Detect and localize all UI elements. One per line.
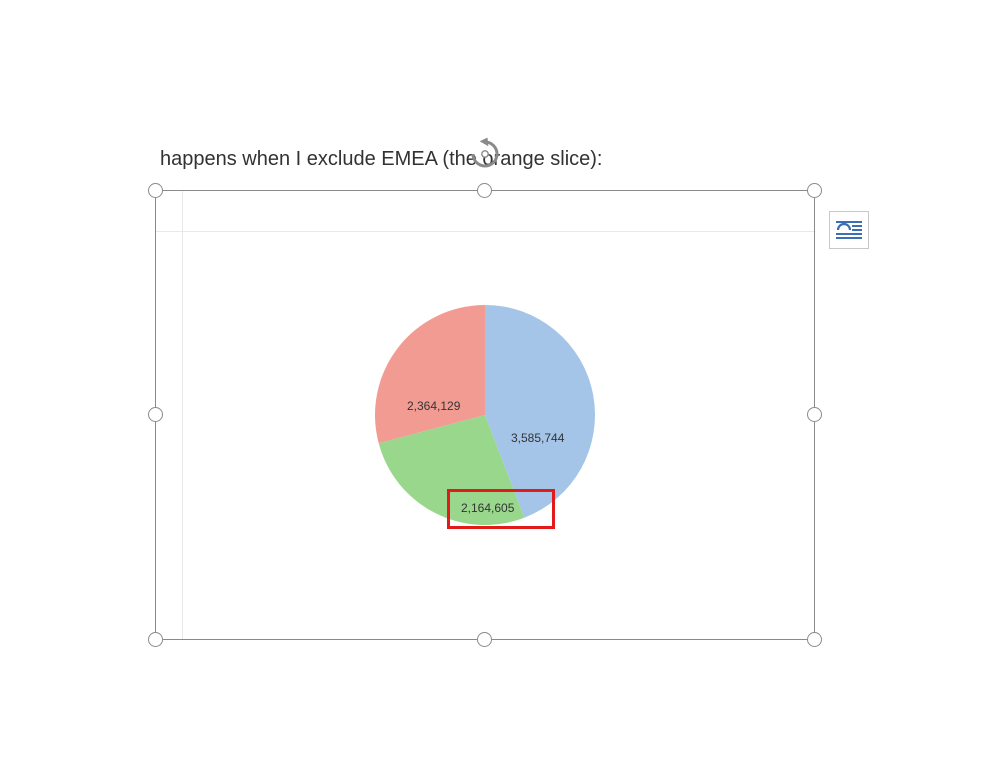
plot-area-guide-horizontal — [156, 231, 814, 232]
resize-handle-top-right[interactable] — [807, 183, 822, 198]
resize-handle-middle-right[interactable] — [807, 407, 822, 422]
resize-handle-bottom-middle[interactable] — [477, 632, 492, 647]
resize-handle-bottom-left[interactable] — [148, 632, 163, 647]
chart-selection-frame[interactable]: 3,585,744 2,164,605 2,364,129 — [155, 190, 815, 640]
resize-handle-middle-left[interactable] — [148, 407, 163, 422]
resize-handle-bottom-right[interactable] — [807, 632, 822, 647]
rotate-handle-icon[interactable] — [468, 137, 502, 171]
pie-chart[interactable]: 3,585,744 2,164,605 2,364,129 — [369, 299, 601, 531]
plot-area-guide-vertical — [182, 191, 183, 639]
resize-handle-top-middle[interactable] — [477, 183, 492, 198]
caption-text: happens when I exclude EMEA (the orange … — [160, 148, 602, 171]
layout-options-button[interactable] — [829, 211, 869, 249]
highlight-rectangle — [447, 489, 555, 529]
resize-handle-top-left[interactable] — [148, 183, 163, 198]
data-label-red: 2,364,129 — [407, 399, 460, 413]
layout-options-icon — [835, 218, 863, 242]
data-label-blue: 3,585,744 — [511, 431, 564, 445]
